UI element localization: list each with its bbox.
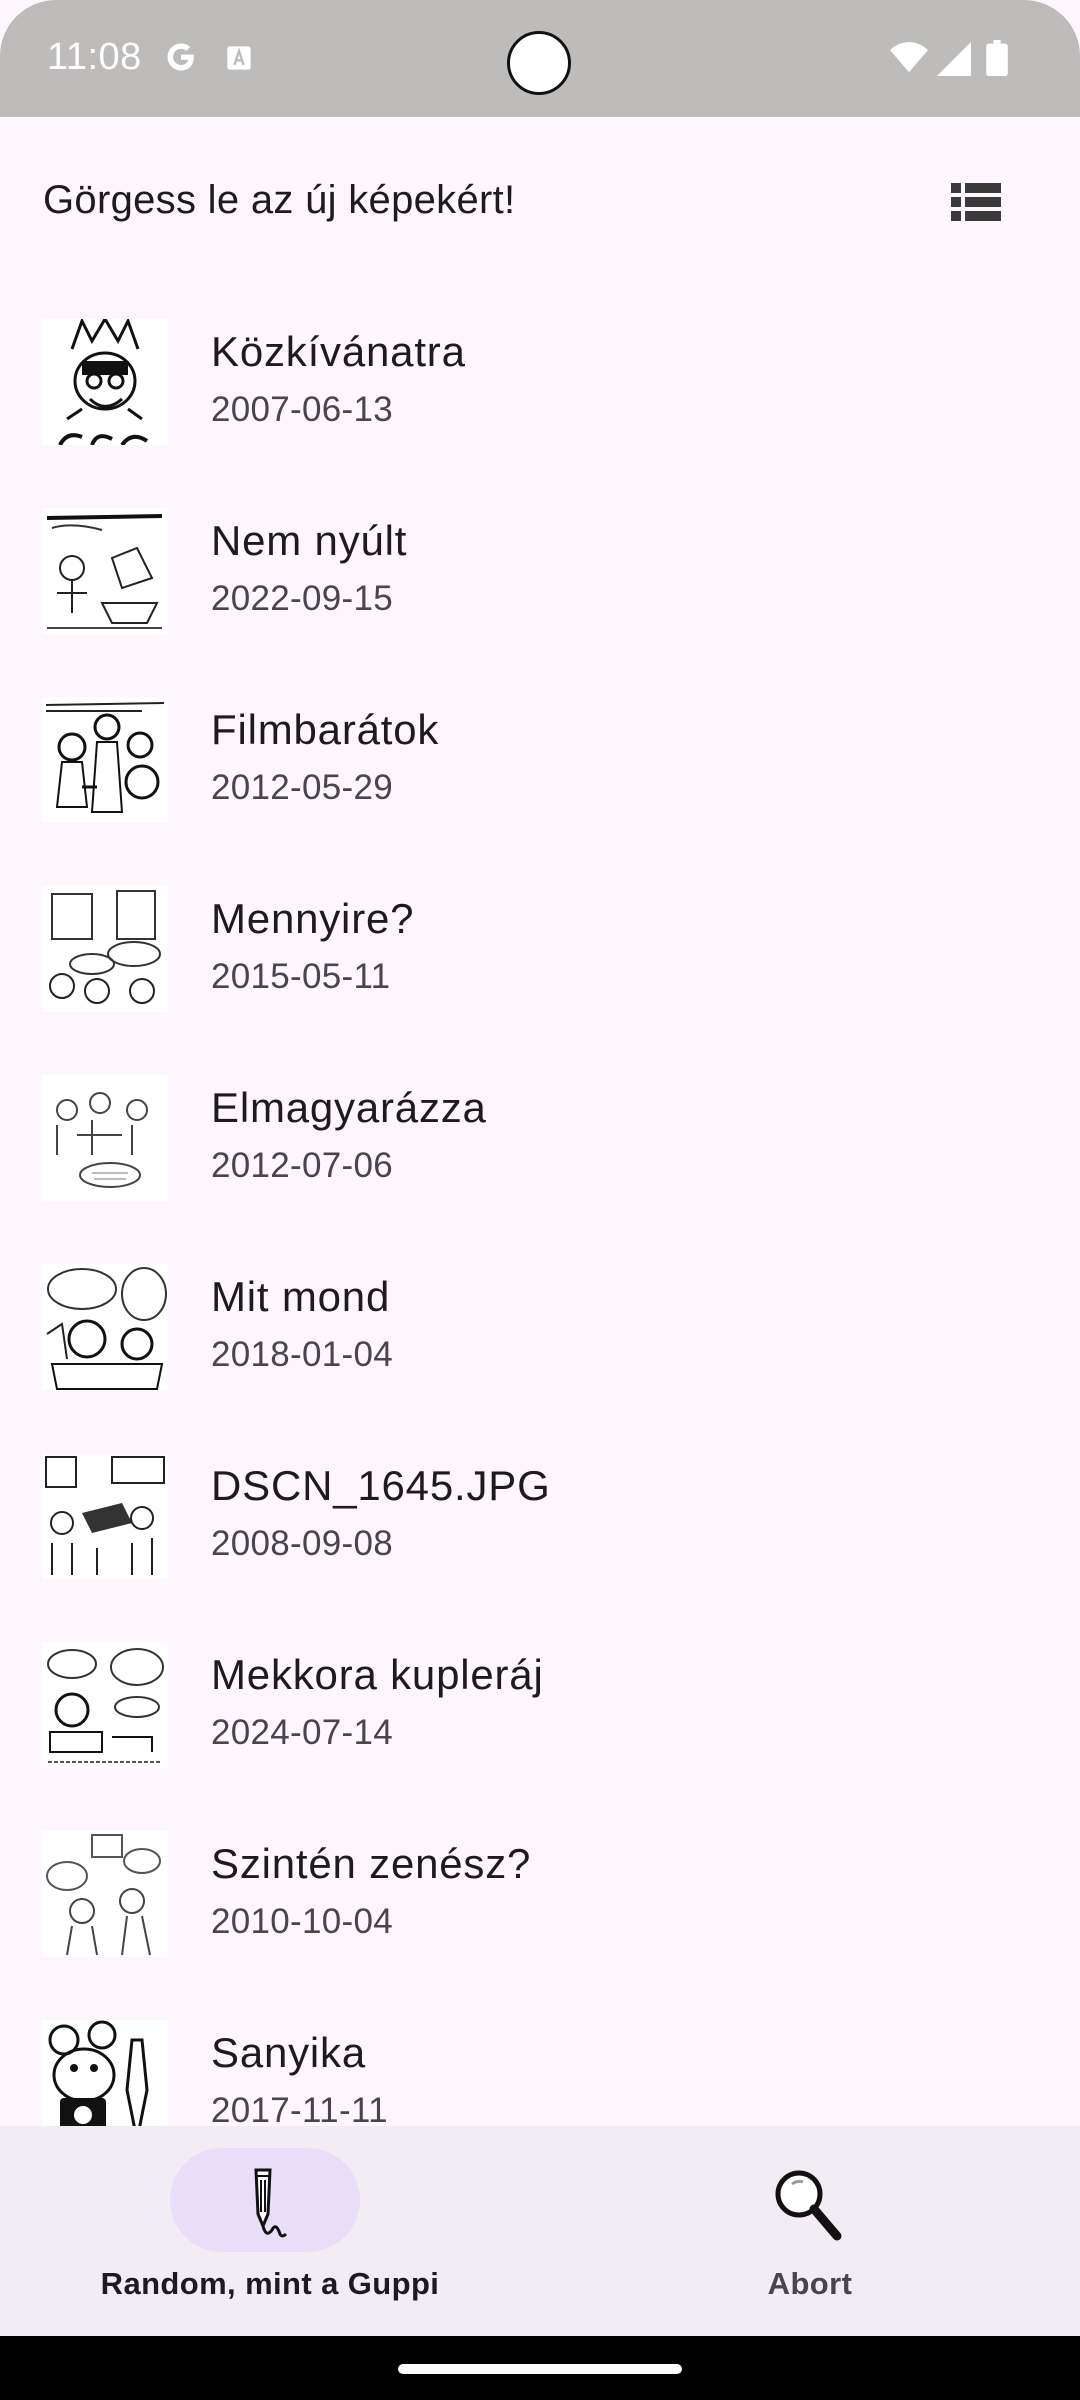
cartoon-thumbnail bbox=[42, 1831, 168, 1957]
item-title: Mit mond bbox=[211, 1273, 391, 1320]
list-item[interactable]: Mit mond 2018-01-04 bbox=[0, 1237, 1080, 1426]
cartoon-thumbnail bbox=[42, 2020, 168, 2126]
item-date: 2007-06-13 bbox=[211, 390, 394, 429]
cartoon-thumbnail bbox=[42, 697, 168, 823]
cartoon-thumbnail bbox=[42, 1453, 168, 1579]
item-title: Elmagyarázza bbox=[211, 1084, 487, 1131]
item-title: Mekkora kupleráj bbox=[211, 1651, 544, 1698]
list-item[interactable]: Elmagyarázza 2012-07-06 bbox=[0, 1048, 1080, 1237]
cartoon-thumbnail bbox=[42, 1264, 168, 1390]
list-item[interactable]: Közkívánatra 2007-06-13 bbox=[0, 292, 1080, 481]
item-date: 2008-09-08 bbox=[211, 1524, 394, 1563]
status-bar: 11:08 bbox=[0, 0, 1080, 117]
item-title: Szintén zenész? bbox=[211, 1840, 532, 1887]
item-date: 2010-10-04 bbox=[211, 1902, 394, 1941]
list-item[interactable]: Mennyire? 2015-05-11 bbox=[0, 859, 1080, 1048]
status-time: 11:08 bbox=[47, 36, 142, 78]
gesture-navigation-bar bbox=[0, 2336, 1080, 2400]
cartoon-thumbnail bbox=[42, 886, 168, 1012]
nav-label: Abort bbox=[767, 2266, 853, 2301]
list-view-toggle-button[interactable] bbox=[940, 172, 1012, 232]
item-date: 2012-05-29 bbox=[211, 768, 394, 807]
list-item[interactable]: Mekkora kupleráj 2024-07-14 bbox=[0, 1615, 1080, 1804]
item-date: 2024-07-14 bbox=[211, 1713, 394, 1752]
item-title: Közkívánatra bbox=[211, 328, 466, 375]
item-date: 2012-07-06 bbox=[211, 1146, 394, 1185]
page-title: Görgess le az új képekért! bbox=[43, 178, 516, 222]
nav-item-random[interactable]: Random, mint a Guppi bbox=[0, 2126, 540, 2336]
nav-item-abort[interactable]: Abort bbox=[540, 2126, 1080, 2336]
list-item[interactable]: Filmbarátok 2012-05-29 bbox=[0, 670, 1080, 859]
cartoon-thumbnail bbox=[42, 508, 168, 634]
item-date: 2018-01-04 bbox=[211, 1335, 394, 1374]
list-item[interactable]: DSCN_1645.JPG 2008-09-08 bbox=[0, 1426, 1080, 1615]
home-gesture-handle[interactable] bbox=[398, 2364, 682, 2374]
list-item[interactable]: Sanyika 2017-11-11 bbox=[0, 1993, 1080, 2126]
list-view-icon bbox=[951, 183, 1001, 221]
magnifier-icon bbox=[775, 2170, 842, 2241]
item-title: Sanyika bbox=[211, 2029, 367, 2076]
text-a-icon bbox=[227, 46, 251, 70]
list-item[interactable]: Nem nyúlt 2022-09-15 bbox=[0, 481, 1080, 670]
cartoon-thumbnail bbox=[42, 319, 168, 445]
cartoon-thumbnail bbox=[42, 1075, 168, 1201]
cartoon-thumbnail bbox=[42, 1642, 168, 1768]
item-title: DSCN_1645.JPG bbox=[211, 1462, 551, 1509]
item-date: 2015-05-11 bbox=[211, 957, 391, 996]
item-title: Filmbarátok bbox=[211, 706, 440, 753]
bottom-navigation: Random, mint a Guppi Abort bbox=[0, 2126, 1080, 2336]
list-item[interactable]: Szintén zenész? 2010-10-04 bbox=[0, 1804, 1080, 1993]
front-camera bbox=[507, 31, 571, 95]
item-date: 2022-09-15 bbox=[211, 579, 394, 618]
image-list[interactable]: Közkívánatra 2007-06-13 Nem nyúlt 2022-0… bbox=[0, 292, 1080, 2126]
wifi-icon bbox=[890, 42, 928, 73]
pencil-icon bbox=[254, 2168, 288, 2238]
item-title: Nem nyúlt bbox=[211, 517, 408, 564]
battery-icon bbox=[986, 40, 1008, 76]
nav-label: Random, mint a Guppi bbox=[100, 2266, 440, 2301]
item-date: 2017-11-11 bbox=[211, 2091, 388, 2126]
google-icon bbox=[167, 43, 194, 71]
item-title: Mennyire? bbox=[211, 895, 415, 942]
signal-icon bbox=[937, 42, 971, 76]
